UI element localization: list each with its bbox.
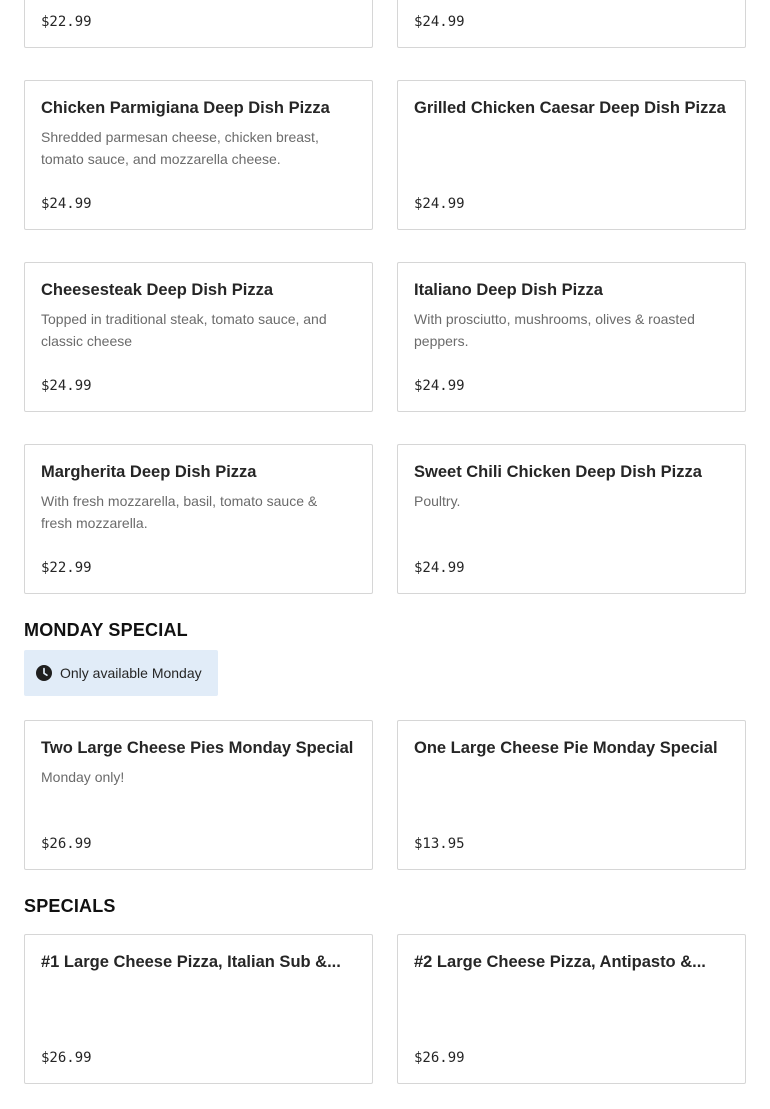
menu-item-price: $22.99 bbox=[41, 560, 92, 576]
menu-item-price: $24.99 bbox=[414, 196, 465, 212]
menu-item-price: $13.95 bbox=[414, 836, 465, 852]
menu-item-card[interactable]: Grilled Chicken Caesar Deep Dish Pizza $… bbox=[397, 80, 746, 230]
menu-item-name: Cheesesteak Deep Dish Pizza bbox=[41, 281, 274, 299]
menu-item-description: Monday only! bbox=[41, 769, 125, 785]
menu-item-card[interactable]: Two Large Cheese Pies Monday Special Mon… bbox=[24, 720, 373, 870]
menu-item-card[interactable]: Margherita Deep Dish Pizza With fresh mo… bbox=[24, 444, 373, 594]
menu-item-price: $26.99 bbox=[41, 1050, 92, 1066]
menu-item-price: $22.99 bbox=[41, 14, 92, 30]
menu-item-price: $24.99 bbox=[41, 196, 92, 212]
section-title-specials: SPECIALS bbox=[24, 896, 116, 916]
menu-item-card[interactable]: #1 Large Cheese Pizza, Italian Sub &... … bbox=[24, 934, 373, 1084]
menu-item-name: Margherita Deep Dish Pizza bbox=[41, 463, 257, 481]
menu-item-name: #1 Large Cheese Pizza, Italian Sub &... bbox=[41, 953, 341, 971]
menu-item-price: $24.99 bbox=[414, 14, 465, 30]
menu-item-name: One Large Cheese Pie Monday Special bbox=[414, 739, 718, 757]
menu-item-description: Topped in traditional steak, tomato sauc… bbox=[41, 311, 327, 349]
menu-item-price: $24.99 bbox=[41, 378, 92, 394]
menu-item-description: Poultry. bbox=[414, 493, 461, 509]
menu-item-card[interactable]: One Large Cheese Pie Monday Special $13.… bbox=[397, 720, 746, 870]
menu-item-name: #2 Large Cheese Pizza, Antipasto &... bbox=[414, 953, 706, 971]
menu-item-name: Italiano Deep Dish Pizza bbox=[414, 281, 603, 299]
menu-item-name: Two Large Cheese Pies Monday Special bbox=[41, 739, 354, 757]
menu-item-card[interactable]: Cheesesteak Deep Dish Pizza Topped in tr… bbox=[24, 262, 373, 412]
menu-item-price: $24.99 bbox=[414, 560, 465, 576]
clock-icon bbox=[36, 665, 52, 681]
menu-item-price: $24.99 bbox=[414, 378, 465, 394]
menu-item-card[interactable]: Italiano Deep Dish Pizza With prosciutto… bbox=[397, 262, 746, 412]
menu-item-card[interactable]: Chicken Parmigiana Deep Dish Pizza Shred… bbox=[24, 80, 373, 230]
menu-item-price: $26.99 bbox=[41, 836, 92, 852]
section-title-monday-special: MONDAY SPECIAL bbox=[24, 620, 188, 640]
menu-item-card[interactable]: #2 Large Cheese Pizza, Antipasto &... $2… bbox=[397, 934, 746, 1084]
menu-item-name: Grilled Chicken Caesar Deep Dish Pizza bbox=[414, 99, 726, 117]
menu-item-price: $26.99 bbox=[414, 1050, 465, 1066]
availability-text: Only available Monday bbox=[60, 665, 202, 681]
menu-item-card[interactable]: Sweet Chili Chicken Deep Dish Pizza Poul… bbox=[397, 444, 746, 594]
menu-item-description: With fresh mozzarella, basil, tomato sau… bbox=[41, 493, 318, 531]
menu-item-description: With prosciutto, mushrooms, olives & roa… bbox=[414, 311, 695, 349]
availability-notice: Only available Monday bbox=[24, 650, 218, 696]
menu-item-name: Chicken Parmigiana Deep Dish Pizza bbox=[41, 99, 330, 117]
menu-item-description: Shredded parmesan cheese, chicken breast… bbox=[41, 129, 319, 167]
menu-item-card[interactable]: $22.99 bbox=[24, 0, 373, 48]
menu-item-card[interactable]: $24.99 bbox=[397, 0, 746, 48]
menu-item-name: Sweet Chili Chicken Deep Dish Pizza bbox=[414, 463, 702, 481]
